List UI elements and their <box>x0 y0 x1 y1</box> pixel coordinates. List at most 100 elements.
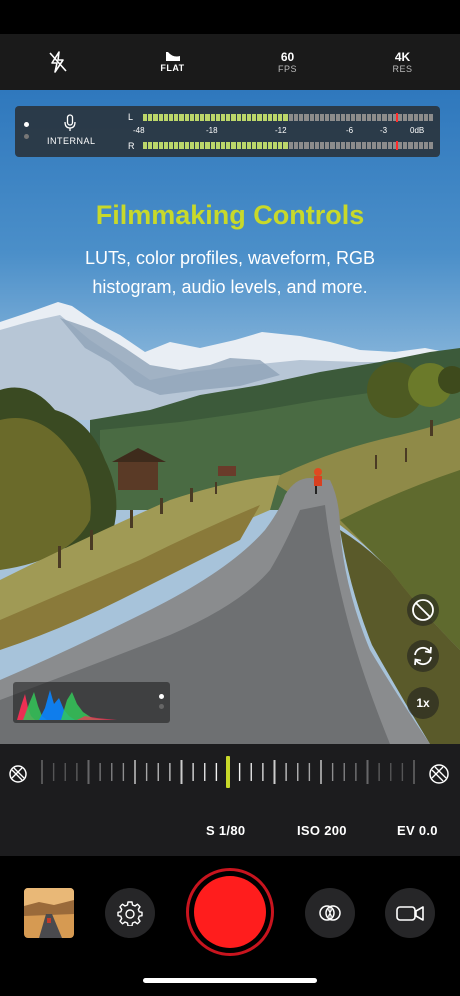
meter-segment <box>189 114 195 121</box>
meter-segment <box>387 142 392 149</box>
channel-left-label: L <box>128 112 134 122</box>
meter-segment <box>189 142 195 149</box>
input-unselected-dot[interactable] <box>24 134 29 139</box>
meter-segment <box>267 114 273 121</box>
meter-segment <box>247 142 252 149</box>
top-toolbar: FLAT 60 FPS 4K RES <box>0 34 460 90</box>
fps-button[interactable]: 60 FPS <box>258 40 318 84</box>
meter-segment <box>319 142 325 149</box>
input-selected-dot[interactable] <box>24 122 29 127</box>
meter-segment <box>257 114 262 121</box>
flip-camera-button[interactable] <box>407 640 439 672</box>
camera-mode-button[interactable] <box>385 888 435 938</box>
meter-segment <box>169 142 174 149</box>
meter-segment <box>366 142 371 149</box>
disable-overlay-button[interactable] <box>407 594 439 626</box>
meter-segment <box>325 142 330 149</box>
meter-segment <box>174 114 179 121</box>
meter-segment <box>215 142 221 149</box>
meter-segment <box>309 142 314 149</box>
resolution-label: RES <box>392 63 413 74</box>
meter-segment <box>210 114 215 121</box>
meter-segment <box>361 142 366 149</box>
meter-segment <box>241 142 247 149</box>
aperture-icon[interactable] <box>8 764 28 784</box>
zoom-button[interactable]: 1x <box>407 687 439 719</box>
meter-segment <box>200 114 205 121</box>
meter-segment <box>423 114 429 121</box>
meter-segment <box>377 114 382 121</box>
peak-marker <box>396 113 398 122</box>
home-indicator[interactable] <box>143 978 317 983</box>
microphone-icon <box>64 114 76 131</box>
meter-segment <box>148 114 153 121</box>
meter-segment <box>278 114 283 121</box>
meter-segment <box>215 114 221 121</box>
meter-segment <box>262 114 267 121</box>
flash-toggle[interactable] <box>28 40 88 84</box>
resolution-button[interactable]: 4K RES <box>373 40 433 84</box>
meter-segment <box>366 114 371 121</box>
ev-value[interactable]: EV 0.0 <box>397 823 438 838</box>
meter-segment <box>283 114 288 121</box>
meter-segment <box>429 142 434 149</box>
channel-right-label: R <box>128 141 135 151</box>
flat-profile-icon <box>165 52 180 61</box>
meter-segment <box>382 114 387 121</box>
meter-segment <box>205 114 210 121</box>
meter-segment <box>226 142 231 149</box>
meter-segment <box>335 142 340 149</box>
meter-segment <box>179 142 184 149</box>
histogram-mode-dot[interactable] <box>159 704 164 709</box>
scale-tick: -12 <box>275 126 287 135</box>
meter-segment <box>143 114 148 121</box>
meter-segment <box>330 114 335 121</box>
meter-segment <box>418 114 423 121</box>
profile-button[interactable]: FLAT <box>143 40 203 84</box>
left-channel-bar <box>143 113 434 122</box>
meter-segment <box>340 114 345 121</box>
meter-segment <box>169 114 174 121</box>
meter-segment <box>293 142 299 149</box>
meter-segment <box>387 114 392 121</box>
meter-segment <box>408 142 413 149</box>
meter-segment <box>236 142 241 149</box>
meter-segment <box>309 114 314 121</box>
meter-segment <box>377 142 382 149</box>
audio-source-label: INTERNAL <box>47 136 96 146</box>
bottom-bar <box>0 856 460 996</box>
meter-segment <box>351 114 356 121</box>
meter-segment <box>382 142 387 149</box>
meter-segment <box>345 142 351 149</box>
meter-segment <box>273 114 278 121</box>
meter-segment <box>413 142 418 149</box>
landscape-image <box>0 302 460 744</box>
meter-segment <box>179 114 184 121</box>
exposure-dial[interactable] <box>40 756 416 788</box>
shutter-speed[interactable]: S 1/80 <box>206 823 245 838</box>
meter-segment <box>205 142 210 149</box>
dial-indicator <box>226 756 230 788</box>
flash-off-icon <box>48 51 67 73</box>
meter-segment <box>413 114 418 121</box>
meter-segment <box>304 142 309 149</box>
peak-marker <box>396 141 398 150</box>
rgb-histogram[interactable] <box>13 682 170 723</box>
filters-button[interactable] <box>305 888 355 938</box>
aperture-icon[interactable] <box>428 763 450 785</box>
gallery-thumbnail[interactable] <box>24 888 74 938</box>
meter-segment <box>345 114 351 121</box>
meter-segment <box>158 114 163 121</box>
meter-segment <box>293 114 299 121</box>
meter-segment <box>418 142 423 149</box>
record-button[interactable] <box>186 868 274 956</box>
meter-segment <box>299 142 304 149</box>
meter-segment <box>278 142 283 149</box>
camera-viewfinder[interactable]: INTERNAL L R -48 -18 -12 -6 -3 0dB Filmm… <box>0 90 460 744</box>
settings-button[interactable] <box>105 888 155 938</box>
status-bar <box>0 0 460 34</box>
promo-subtitle: LUTs, color profiles, waveform, RGB hist… <box>84 248 376 297</box>
iso-value[interactable]: ISO 200 <box>297 823 347 838</box>
histogram-mode-dot[interactable] <box>159 694 164 699</box>
fps-label: FPS <box>277 63 297 74</box>
